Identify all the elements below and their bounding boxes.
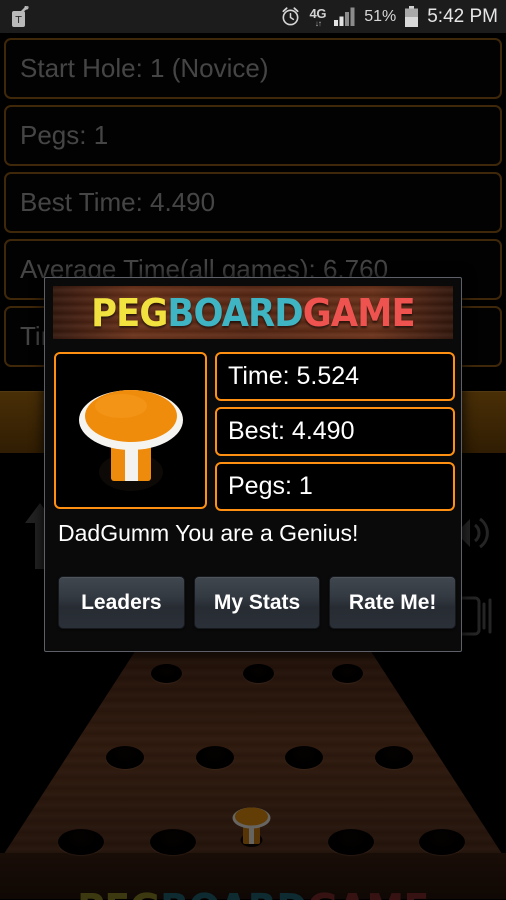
orange-peg-icon[interactable] [228, 798, 275, 848]
stat-row-best-time[interactable]: Best Time: 4.490 [4, 172, 502, 233]
battery-icon [404, 5, 419, 28]
orange-peg-icon [69, 368, 193, 494]
board-hole[interactable] [419, 829, 465, 855]
leaders-button[interactable]: Leaders [58, 576, 185, 629]
dialog-button-row: Leaders My Stats Rate Me! [58, 576, 457, 629]
bottom-logo-peg: PEG [77, 885, 160, 900]
rate-me-button[interactable]: Rate Me! [329, 576, 457, 629]
network-arrows: ↓↑ [314, 18, 322, 28]
dialog-field-pegs: Pegs: 1 [215, 462, 455, 511]
board-hole[interactable] [58, 829, 104, 855]
board-hole[interactable] [285, 746, 323, 769]
my-stats-button[interactable]: My Stats [193, 576, 321, 629]
battery-percent-label: 51% [364, 7, 397, 25]
network-type-indicator: 4G ↓↑ [309, 5, 327, 28]
game-over-dialog: PEGBOARDGAME Time: 5.524 Best: 4.490 Peg… [44, 277, 462, 652]
bottom-logo-game: GAME [307, 885, 429, 900]
status-bar: T 4G ↓↑ 51% 5:42 PM [0, 0, 506, 33]
dialog-field-time: Time: 5.524 [215, 352, 455, 401]
peg-preview-box [54, 352, 207, 509]
board-hole[interactable] [151, 664, 182, 683]
signal-bars-icon [334, 7, 356, 26]
network-label: 4G [309, 5, 327, 21]
tmobile-sim-icon: T [10, 5, 29, 28]
dialog-logo-game: GAME [302, 290, 416, 335]
dialog-logo: PEGBOARDGAME [53, 286, 453, 339]
board-hole[interactable] [243, 664, 274, 683]
board-hole[interactable] [328, 829, 374, 855]
board-hole[interactable] [375, 746, 413, 769]
board-hole[interactable] [106, 746, 144, 769]
board-hole[interactable] [332, 664, 363, 683]
clock-label: 5:42 PM [427, 5, 498, 27]
board-hole[interactable] [150, 829, 196, 855]
dialog-field-list: Time: 5.524 Best: 4.490 Pegs: 1 [215, 352, 455, 517]
stat-row-start-hole[interactable]: Start Hole: 1 (Novice) [4, 38, 502, 99]
dialog-logo-board: BOARD [167, 290, 304, 335]
alarm-clock-icon [280, 6, 301, 27]
phone-screen: T 4G ↓↑ 51% 5:42 PM Start Hole: 1 (Novic… [0, 0, 506, 900]
stat-row-pegs[interactable]: Pegs: 1 [4, 105, 502, 166]
right-orange-action-button[interactable] [455, 391, 506, 453]
bottom-logo: PEGBOARDGAME [20, 885, 486, 900]
dialog-logo-peg: PEG [91, 290, 168, 335]
dialog-field-best: Best: 4.490 [215, 407, 455, 456]
dialog-message: DadGumm You are a Genius! [58, 520, 359, 546]
peg-board[interactable] [0, 645, 506, 900]
svg-text:T: T [14, 15, 22, 26]
bottom-logo-board: BOARD [160, 885, 308, 900]
board-hole[interactable] [196, 746, 234, 769]
